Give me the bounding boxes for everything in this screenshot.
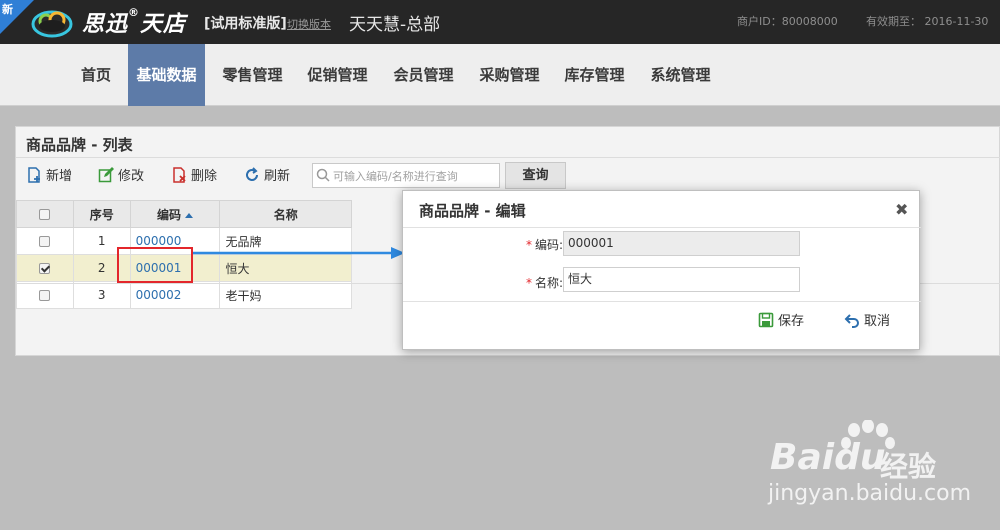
search-field[interactable] [312,163,500,188]
nav-home[interactable]: 首页 [68,44,124,106]
save-label: 保存 [778,314,805,329]
cancel-button[interactable]: 取消 [844,312,890,332]
code-header-label: 编码 [157,207,182,222]
annotation-arrow [193,247,405,259]
edit-icon [98,167,114,183]
edit-brand-dialog: 商品品牌 - 编辑 ✖ * 编码: 000001 * 名称: 恒大 保存 取消 [402,190,921,350]
dialog-title: 商品品牌 - 编辑 [419,202,526,220]
store-name: 天天慧-总部 [349,15,441,35]
panel-divider [16,157,1000,158]
seq-header: 序号 [72,200,131,228]
sort-asc-icon [185,212,194,218]
name-header: 名称 [219,200,352,228]
delete-doc-icon [173,167,186,183]
delete-button[interactable]: 删除 [171,167,217,187]
nav-member[interactable]: 会员管理 [385,44,462,106]
edit-button[interactable]: 修改 [98,167,144,187]
edit-label: 修改 [118,169,145,184]
required-mark: * [525,238,532,252]
nav-inventory[interactable]: 库存管理 [556,44,633,106]
panel-title: 商品品牌 - 列表 [26,136,133,154]
row-checkbox[interactable] [39,290,51,301]
watermark-brand-tail: du [834,437,886,478]
nav-purchase[interactable]: 采购管理 [471,44,548,106]
highlight-box [117,247,193,283]
top-bar: 新 思迅®天店 [试用标准版] 切换版本 天天慧-总部 商户ID：8000800… [0,0,1000,44]
name-field[interactable]: 恒大 [563,267,800,292]
brand-product: 天店 [140,12,187,37]
new-badge-label: 新 [2,3,13,16]
undo-icon [844,314,859,328]
watermark-brand: Baidu [770,437,885,478]
refresh-button[interactable]: 刷新 [244,167,290,187]
dialog-footer-divider [403,301,921,302]
save-button[interactable]: 保存 [758,312,804,332]
switch-version-link[interactable]: 切换版本 [287,16,331,32]
delete-label: 删除 [191,169,218,184]
brand-name: 思迅®天店 [82,6,186,38]
select-all-header[interactable] [16,200,74,228]
save-icon [758,312,774,328]
row-name: 老干妈 [219,281,352,309]
close-icon[interactable]: ✖ [895,200,908,219]
add-doc-icon [28,167,40,183]
dialog-divider [403,227,921,228]
nav-promotion[interactable]: 促销管理 [299,44,376,106]
required-mark: * [525,276,532,290]
select-all-checkbox[interactable] [39,209,51,220]
merchant-id: 商户ID：80008000 [737,15,838,28]
nav-basic-data[interactable]: 基础数据 [128,44,205,106]
nav-system[interactable]: 系统管理 [642,44,719,106]
code-label-text: 编码: [534,238,563,252]
row-seq: 3 [72,281,131,309]
name-label-text: 名称: [534,276,563,290]
row-code[interactable]: 000002 [129,281,221,309]
brand-main: 思迅 [82,12,129,37]
refresh-label: 刷新 [264,169,291,184]
add-label: 新增 [46,169,73,184]
query-button[interactable]: 查询 [505,162,566,189]
watermark-cn: 经验 [880,450,937,483]
code-field-label: * 编码: [503,236,563,253]
refresh-icon [246,167,258,181]
watermark-brand-main: Bai [770,437,835,478]
row-checkbox[interactable] [39,236,51,247]
add-button[interactable]: 新增 [26,167,72,187]
row-checkbox-cell[interactable] [16,254,74,282]
row-checkbox-cell[interactable] [16,227,74,255]
row-checkbox-cell[interactable] [16,281,74,309]
expiry-date: 有效期至： 2016-11-30 [866,15,989,28]
table-row[interactable]: 3 000002 老干妈 [16,281,352,309]
watermark-url: jingyan.baidu.com [768,481,972,506]
main-nav: 首页 基础数据 零售管理 促销管理 会员管理 采购管理 库存管理 系统管理 [0,44,1000,106]
code-field: 000001 [563,231,800,256]
brand-registered-mark: ® [128,6,141,19]
edition-label: [试用标准版] [204,16,287,32]
code-header[interactable]: 编码 [129,200,221,228]
table-header-row: 序号 编码 名称 [16,200,352,228]
cloud-logo-icon [31,10,73,38]
name-field-label: * 名称: [503,274,563,291]
cancel-label: 取消 [864,314,891,329]
row-checkbox[interactable] [39,263,51,274]
search-icon [316,168,330,182]
search-input[interactable] [333,167,497,185]
nav-retail[interactable]: 零售管理 [214,44,291,106]
